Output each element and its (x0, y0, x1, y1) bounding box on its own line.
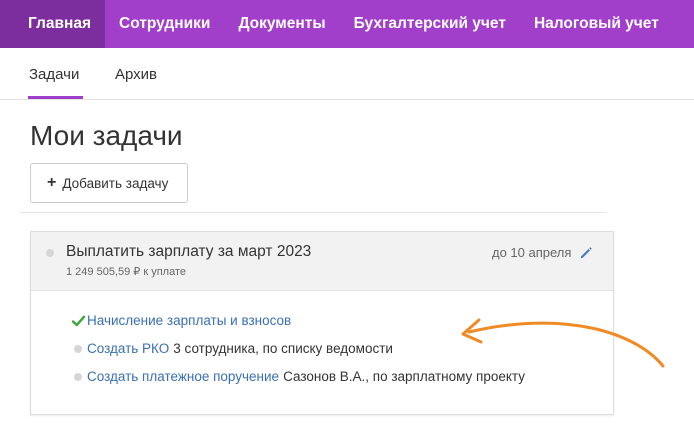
nav-item-documents[interactable]: Документы (224, 0, 339, 48)
nav-item-accounting[interactable]: Бухгалтерский учет (340, 0, 520, 48)
subtask-item: Начисление зарплаты и взносов (71, 313, 291, 328)
task-status-dot-icon (46, 249, 54, 257)
task-title[interactable]: Выплатить зарплату за март 2023 (66, 243, 311, 261)
subtask-description: 3 сотрудника, по списку ведомости (173, 341, 393, 356)
subtask-item: Создать РКО 3 сотрудника, по списку ведо… (71, 341, 393, 356)
add-task-button[interactable]: + Добавить задачу (30, 163, 188, 203)
dot-icon (74, 344, 82, 353)
task-amount: 1 249 505,59 ₽ к уплате (66, 266, 186, 278)
subtask-link-payment-order[interactable]: Создать платежное поручение (87, 369, 279, 384)
top-navigation: Главная Сотрудники Документы Бухгалтерск… (0, 0, 694, 48)
nav-item-tax[interactable]: Налоговый учет (520, 0, 673, 48)
nav-item-employees[interactable]: Сотрудники (105, 0, 224, 48)
check-icon (71, 315, 85, 326)
tab-tasks[interactable]: Задачи (29, 66, 79, 83)
subtask-link-payroll[interactable]: Начисление зарплаты и взносов (87, 313, 291, 328)
nav-item-main[interactable]: Главная (0, 0, 106, 48)
page-title: Мои задачи (30, 120, 183, 151)
sub-tabs: Задачи Архив (0, 48, 694, 100)
active-tab-indicator (28, 96, 83, 99)
dot-icon (74, 372, 82, 381)
annotation-arrow-icon (461, 318, 665, 368)
task-card-header: Выплатить зарплату за март 2023 1 249 50… (31, 232, 613, 291)
subtask-link-create-rko[interactable]: Создать РКО (87, 341, 169, 356)
pencil-icon[interactable] (579, 246, 593, 260)
task-due-date[interactable]: до 10 апреля (492, 245, 571, 260)
tab-archive[interactable]: Архив (115, 66, 157, 83)
divider (20, 212, 606, 213)
plus-icon: + (47, 174, 57, 191)
add-task-label: Добавить задачу (62, 175, 169, 191)
